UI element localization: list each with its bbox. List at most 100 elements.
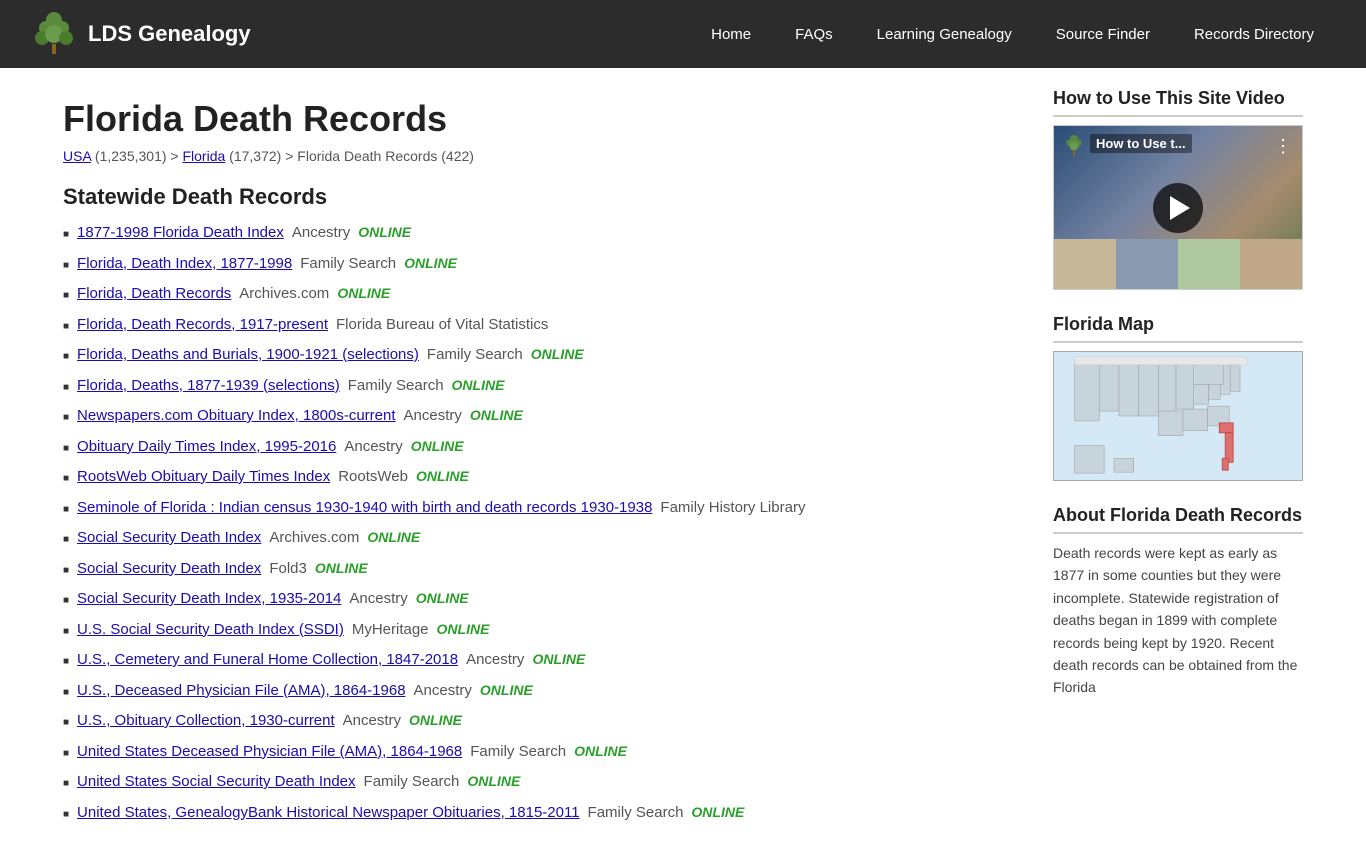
online-badge: ONLINE (416, 588, 469, 609)
online-badge: ONLINE (367, 527, 420, 548)
nav-learning-genealogy[interactable]: Learning Genealogy (855, 18, 1034, 51)
logo-link[interactable]: LDS Genealogy (30, 10, 251, 58)
list-item: U.S., Cemetery and Funeral Home Collecti… (63, 649, 1023, 672)
record-link[interactable]: Newspapers.com Obituary Index, 1800s-cur… (77, 405, 395, 428)
list-item: Florida, Death Records, 1917-present Flo… (63, 314, 1023, 337)
record-source: Family Search (348, 375, 444, 398)
record-source: RootsWeb (338, 466, 408, 489)
breadcrumb-usa-link[interactable]: USA (63, 148, 91, 164)
florida-map-container[interactable] (1053, 351, 1303, 481)
record-source: Ancestry (466, 649, 524, 672)
record-link[interactable]: Florida, Death Records, 1917-present (77, 314, 328, 337)
video-thumb-inner: How to Use t... ⋮ (1054, 126, 1302, 289)
list-item: United States, GenealogyBank Historical … (63, 802, 1023, 825)
record-link[interactable]: Florida, Deaths and Burials, 1900-1921 (… (77, 344, 419, 367)
breadcrumb-florida-link[interactable]: Florida (182, 148, 225, 164)
record-link[interactable]: Florida, Death Records (77, 283, 231, 306)
record-link[interactable]: 1877-1998 Florida Death Index (77, 222, 284, 245)
record-source: Family History Library (660, 497, 805, 520)
record-source: Florida Bureau of Vital Statistics (336, 314, 548, 337)
breadcrumb: USA (1,235,301) > Florida (17,372) > Flo… (63, 148, 1023, 164)
record-link[interactable]: U.S., Cemetery and Funeral Home Collecti… (77, 649, 458, 672)
video-logo (1062, 134, 1086, 162)
list-item: RootsWeb Obituary Daily Times Index Root… (63, 466, 1023, 489)
record-link[interactable]: Social Security Death Index (77, 558, 261, 581)
site-header: LDS Genealogy Home FAQs Learning Genealo… (0, 0, 1366, 68)
video-menu-icon: ⋮ (1274, 136, 1292, 157)
nav-faqs[interactable]: FAQs (773, 18, 855, 51)
records-list: 1877-1998 Florida Death Index Ancestry O… (63, 222, 1023, 824)
online-badge: ONLINE (452, 375, 505, 396)
about-section-title: About Florida Death Records (1053, 505, 1303, 534)
record-link[interactable]: United States Deceased Physician File (A… (77, 741, 462, 764)
record-source: Archives.com (269, 527, 359, 550)
record-link[interactable]: U.S. Social Security Death Index (SSDI) (77, 619, 344, 642)
main-nav: Home FAQs Learning Genealogy Source Find… (689, 18, 1336, 51)
play-button[interactable] (1153, 183, 1203, 233)
online-badge: ONLINE (480, 680, 533, 701)
record-link[interactable]: RootsWeb Obituary Daily Times Index (77, 466, 330, 489)
list-item: Florida, Death Index, 1877-1998 Family S… (63, 253, 1023, 276)
list-item: U.S., Obituary Collection, 1930-current … (63, 710, 1023, 733)
record-source: Ancestry (414, 680, 472, 703)
record-source: Family Search (300, 253, 396, 276)
page-title: Florida Death Records (63, 98, 1023, 140)
record-link[interactable]: U.S., Obituary Collection, 1930-current (77, 710, 335, 733)
video-bottom-strip (1054, 239, 1302, 289)
record-link[interactable]: United States Social Security Death Inde… (77, 771, 355, 794)
main-content: Florida Death Records USA (1,235,301) > … (63, 88, 1023, 832)
about-section: About Florida Death Records Death record… (1053, 505, 1303, 699)
record-link[interactable]: Social Security Death Index, 1935-2014 (77, 588, 341, 611)
record-source: Ancestry (404, 405, 462, 428)
breadcrumb-florida-count: (17,372) (229, 148, 281, 164)
list-item: U.S. Social Security Death Index (SSDI) … (63, 619, 1023, 642)
list-item: Newspapers.com Obituary Index, 1800s-cur… (63, 405, 1023, 428)
record-link[interactable]: Obituary Daily Times Index, 1995-2016 (77, 436, 336, 459)
list-item: Social Security Death Index, 1935-2014 A… (63, 588, 1023, 611)
record-source: Ancestry (343, 710, 401, 733)
nav-records-directory[interactable]: Records Directory (1172, 18, 1336, 51)
record-link[interactable]: United States, GenealogyBank Historical … (77, 802, 580, 825)
online-badge: ONLINE (532, 649, 585, 670)
list-item: U.S., Deceased Physician File (AMA), 186… (63, 680, 1023, 703)
record-link[interactable]: Seminole of Florida : Indian census 1930… (77, 497, 652, 520)
list-item: Florida, Deaths, 1877-1939 (selections) … (63, 375, 1023, 398)
breadcrumb-current: Florida Death Records (422) (297, 148, 474, 164)
logo-text: LDS Genealogy (88, 21, 251, 47)
play-triangle-icon (1170, 196, 1190, 220)
list-item: Social Security Death Index Archives.com… (63, 527, 1023, 550)
section-title: Statewide Death Records (63, 184, 1023, 210)
sidebar: How to Use This Site Video Ho (1053, 88, 1303, 832)
record-source: MyHeritage (352, 619, 429, 642)
record-source: Ancestry (292, 222, 350, 245)
record-link[interactable]: Florida, Death Index, 1877-1998 (77, 253, 292, 276)
record-link[interactable]: Social Security Death Index (77, 527, 261, 550)
map-section: Florida Map (1053, 314, 1303, 481)
nav-home[interactable]: Home (689, 18, 773, 51)
record-link[interactable]: Florida, Deaths, 1877-1939 (selections) (77, 375, 340, 398)
video-section-title: How to Use This Site Video (1053, 88, 1303, 117)
list-item: 1877-1998 Florida Death Index Ancestry O… (63, 222, 1023, 245)
nav-source-finder[interactable]: Source Finder (1034, 18, 1172, 51)
video-section: How to Use This Site Video Ho (1053, 88, 1303, 290)
online-badge: ONLINE (437, 619, 490, 640)
list-item: United States Deceased Physician File (A… (63, 741, 1023, 764)
about-text: Death records were kept as early as 1877… (1053, 542, 1303, 699)
video-thumbnail[interactable]: How to Use t... ⋮ (1053, 125, 1303, 290)
page-wrapper: Florida Death Records USA (1,235,301) > … (33, 68, 1333, 852)
online-badge: ONLINE (315, 558, 368, 579)
record-link[interactable]: U.S., Deceased Physician File (AMA), 186… (77, 680, 405, 703)
list-item: Social Security Death Index Fold3 ONLINE (63, 558, 1023, 581)
florida-map-svg (1054, 352, 1302, 480)
online-badge: ONLINE (416, 466, 469, 487)
record-source: Family Search (427, 344, 523, 367)
online-badge: ONLINE (411, 436, 464, 457)
record-source: Archives.com (239, 283, 329, 306)
record-source: Family Search (588, 802, 684, 825)
logo-tree-icon (30, 10, 78, 58)
record-source: Family Search (470, 741, 566, 764)
list-item: Florida, Deaths and Burials, 1900-1921 (… (63, 344, 1023, 367)
list-item: Seminole of Florida : Indian census 1930… (63, 497, 1023, 520)
record-source: Family Search (364, 771, 460, 794)
online-badge: ONLINE (470, 405, 523, 426)
